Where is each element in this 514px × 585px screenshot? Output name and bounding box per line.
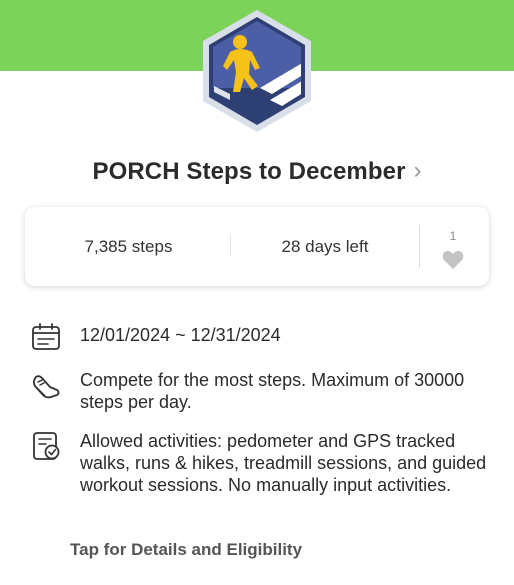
allowed-activities-text: Allowed activities: pedometer and GPS tr… [80, 431, 487, 495]
allowed-activities-row: Allowed activities: pedometer and GPS tr… [30, 430, 490, 496]
challenge-title-link[interactable]: PORCH Steps to December › [0, 154, 514, 190]
steps-count: 7,385 steps [84, 236, 173, 256]
like-button[interactable]: 1 [435, 225, 471, 271]
divider [230, 235, 231, 257]
heart-icon [442, 251, 464, 269]
date-range: 12/01/2024 ~ 12/31/2024 [80, 325, 281, 345]
stats-card: 7,385 steps 28 days left 1 [25, 207, 489, 286]
challenge-badge-icon [200, 8, 314, 134]
challenge-title: PORCH Steps to December [92, 158, 406, 185]
divider [419, 225, 420, 268]
details-eligibility-link[interactable]: Tap for Details and Eligibility [70, 540, 302, 560]
days-left: 28 days left [281, 236, 369, 256]
chevron-right-icon: › [413, 157, 422, 184]
goal-row: Compete for the most steps. Maximum of 3… [30, 369, 490, 413]
goal-text: Compete for the most steps. Maximum of 3… [80, 370, 465, 412]
sneaker-icon [33, 375, 60, 399]
like-count: 1 [449, 229, 457, 243]
checklist-icon [33, 432, 60, 460]
date-range-row: 12/01/2024 ~ 12/31/2024 [30, 321, 281, 353]
calendar-icon [32, 323, 60, 350]
